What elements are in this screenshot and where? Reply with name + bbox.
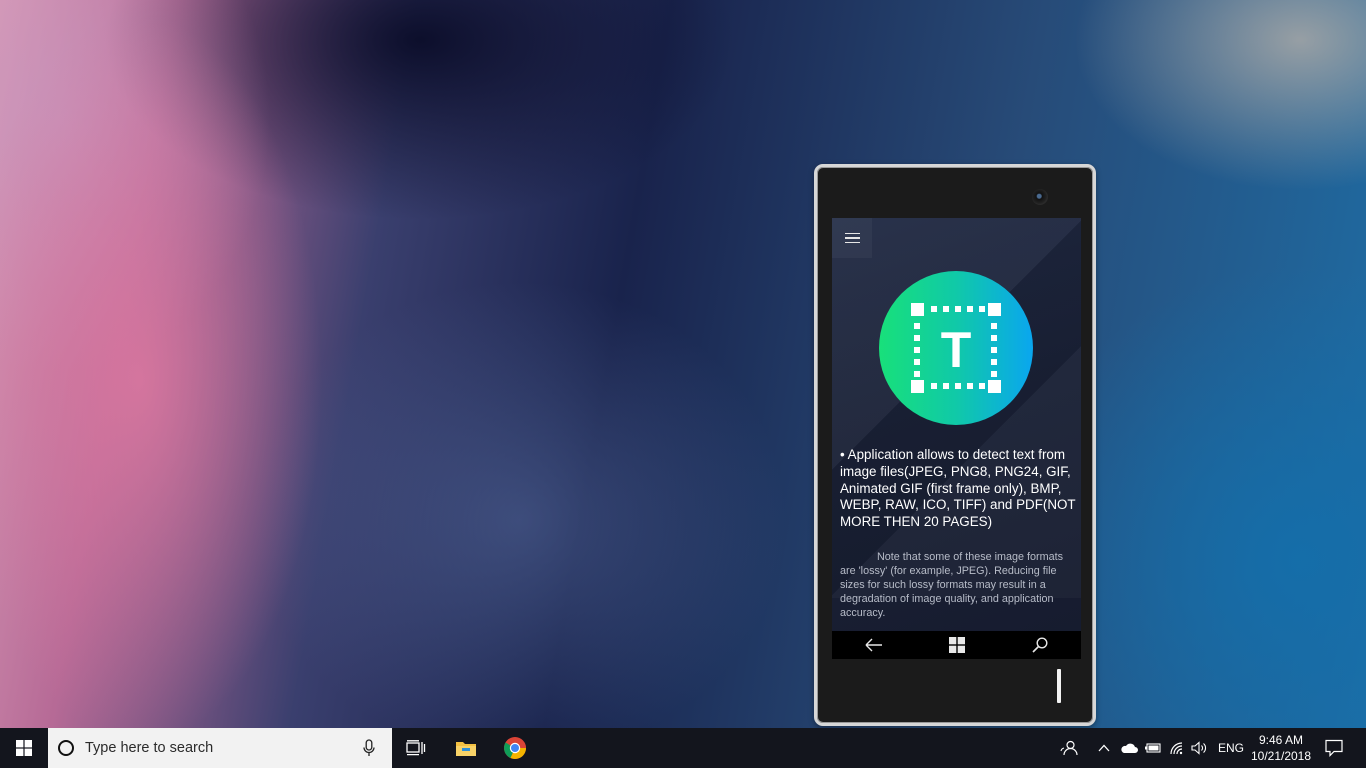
taskbar-search-box[interactable]: Type here to search bbox=[48, 728, 392, 768]
people-icon[interactable] bbox=[1058, 728, 1080, 768]
onedrive-icon[interactable] bbox=[1118, 728, 1140, 768]
logo-letter: T bbox=[941, 322, 972, 378]
start-button[interactable] bbox=[0, 728, 48, 768]
file-explorer-icon bbox=[456, 742, 476, 756]
taskbar: Type here to search ENG 9:46 AM 10/21/20… bbox=[0, 728, 1366, 768]
chrome-button[interactable] bbox=[491, 728, 539, 768]
taskbar-clock[interactable]: 9:46 AM 10/21/2018 bbox=[1250, 728, 1312, 768]
back-arrow-icon bbox=[865, 638, 882, 652]
phone-search-button[interactable] bbox=[1010, 631, 1070, 659]
clock-time: 9:46 AM bbox=[1258, 733, 1304, 747]
text-recognition-logo: T bbox=[879, 271, 1033, 425]
search-icon bbox=[1031, 637, 1048, 653]
emulator-scroll-handle[interactable] bbox=[1057, 669, 1061, 703]
windows-logo-icon bbox=[16, 740, 32, 756]
back-button[interactable] bbox=[844, 631, 904, 659]
search-placeholder: Type here to search bbox=[85, 740, 214, 756]
language-indicator[interactable]: ENG bbox=[1212, 728, 1250, 768]
wifi-icon[interactable] bbox=[1167, 728, 1189, 768]
desktop-wallpaper bbox=[0, 0, 1366, 728]
action-center-button[interactable] bbox=[1318, 728, 1350, 768]
phone-screen: T • Application allows to detect text fr… bbox=[832, 218, 1081, 659]
hamburger-menu-icon[interactable] bbox=[832, 218, 872, 258]
windows-logo-icon bbox=[948, 637, 965, 653]
chevron-up-icon[interactable] bbox=[1096, 728, 1112, 768]
file-explorer-button[interactable] bbox=[442, 728, 490, 768]
phone-emulator: T • Application allows to detect text fr… bbox=[814, 164, 1096, 726]
microphone-icon[interactable] bbox=[358, 739, 380, 757]
volume-icon[interactable] bbox=[1189, 728, 1211, 768]
clock-date: 10/21/2018 bbox=[1250, 749, 1312, 763]
format-note: Note that some of these image formats ar… bbox=[840, 551, 1064, 619]
camera-icon bbox=[1032, 189, 1048, 205]
phone-nav-bar bbox=[832, 631, 1081, 659]
app-description: • Application allows to detect text from… bbox=[840, 447, 1076, 530]
battery-icon[interactable] bbox=[1142, 728, 1164, 768]
phone-start-button[interactable] bbox=[927, 631, 987, 659]
notification-icon bbox=[1325, 739, 1343, 757]
task-view-button[interactable] bbox=[392, 728, 440, 768]
chrome-icon bbox=[504, 737, 526, 759]
task-view-icon bbox=[406, 740, 426, 756]
cortana-icon bbox=[58, 740, 74, 756]
